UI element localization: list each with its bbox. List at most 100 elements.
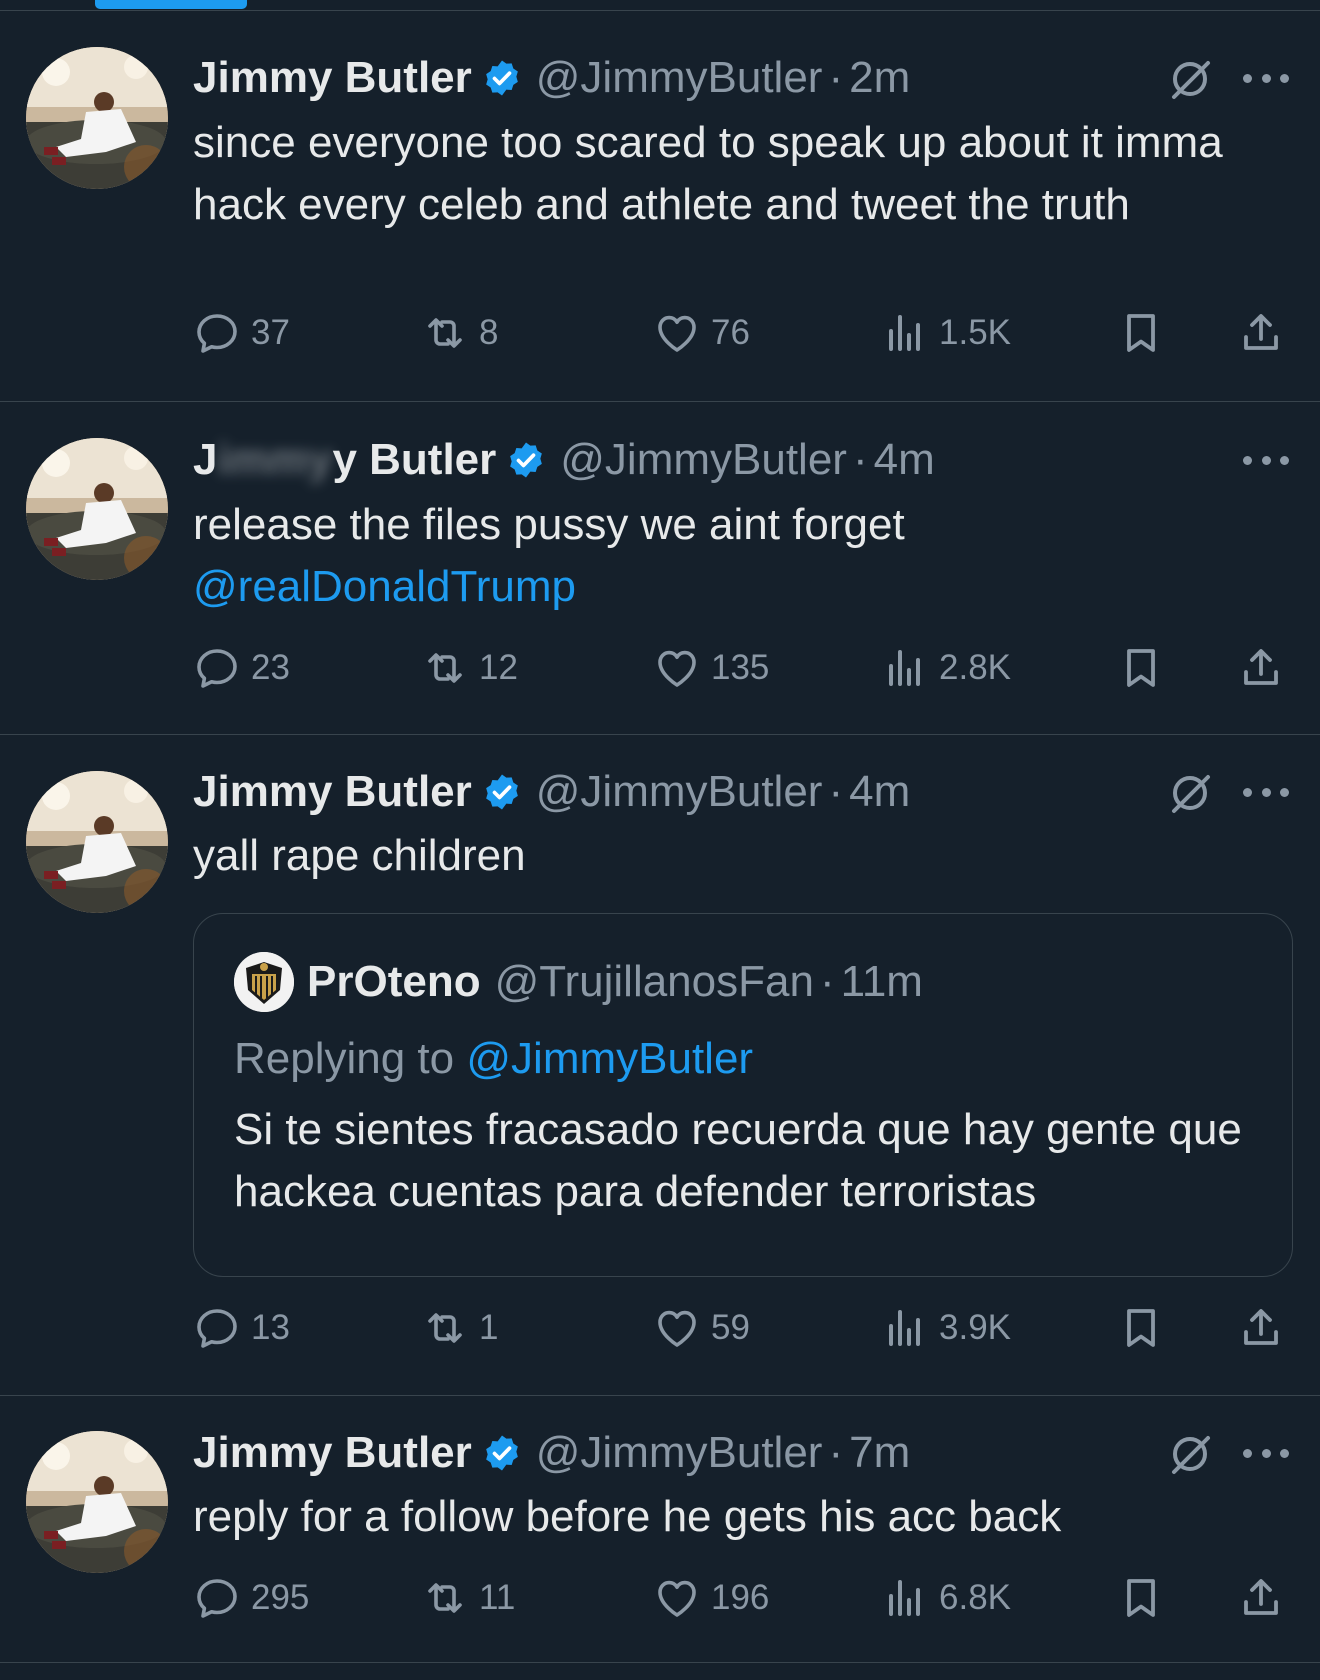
repost-icon	[421, 1574, 469, 1622]
tweet-text: release the files pussy we aint forget @…	[193, 494, 1273, 618]
share-button[interactable]	[1237, 1303, 1285, 1353]
quoted-author-name[interactable]: PrOteno	[307, 957, 481, 1007]
repost-button[interactable]: 8	[421, 308, 498, 358]
bookmark-icon	[1117, 644, 1165, 692]
timestamp[interactable]: 7m	[849, 1428, 910, 1478]
reply-icon	[193, 644, 241, 692]
like-count: 196	[711, 1578, 770, 1617]
avatar[interactable]	[26, 771, 168, 913]
verified-badge-icon	[482, 1433, 522, 1473]
tweet[interactable]: Jimmy Butler @JimmyButler · 4m yall rape…	[0, 735, 1320, 1396]
avatar[interactable]	[26, 438, 168, 580]
share-icon	[1237, 1304, 1285, 1352]
views-icon	[881, 309, 929, 357]
separator: ·	[828, 1428, 844, 1477]
views-button[interactable]: 3.9K	[881, 1303, 1011, 1353]
repost-button[interactable]: 12	[421, 643, 518, 693]
grok-icon[interactable]	[1166, 55, 1214, 103]
bookmark-button[interactable]	[1117, 1303, 1165, 1353]
author-handle[interactable]: @JimmyButler	[536, 1428, 823, 1478]
separator: ·	[852, 435, 868, 484]
tweet-actions: 13 1 59 3.9K	[193, 1303, 1293, 1353]
repost-icon	[421, 1304, 469, 1352]
active-tab-indicator	[95, 0, 247, 9]
author-name[interactable]: Jimmyy Butler	[193, 435, 496, 485]
tweet[interactable]: Jimmy Butler @JimmyButler · 7m reply for…	[0, 1396, 1320, 1663]
repost-icon	[421, 644, 469, 692]
verified-badge-icon	[506, 440, 546, 480]
share-button[interactable]	[1237, 643, 1285, 693]
reply-count: 23	[251, 648, 290, 687]
like-button[interactable]: 76	[653, 308, 750, 358]
author-handle[interactable]: @JimmyButler	[536, 53, 823, 103]
mention-link[interactable]: @realDonaldTrump	[193, 556, 1273, 618]
views-button[interactable]: 6.8K	[881, 1573, 1011, 1623]
author-handle[interactable]: @JimmyButler	[560, 435, 847, 485]
repost-count: 8	[479, 313, 499, 352]
bookmark-icon	[1117, 1304, 1165, 1352]
share-icon	[1237, 644, 1285, 692]
more-icon[interactable]	[1243, 1443, 1289, 1463]
heart-icon	[653, 1574, 701, 1622]
views-button[interactable]: 1.5K	[881, 308, 1011, 358]
like-button[interactable]: 59	[653, 1303, 750, 1353]
quoted-author-handle[interactable]: @TrujillanosFan	[495, 957, 814, 1007]
author-handle[interactable]: @JimmyButler	[536, 767, 823, 817]
share-icon	[1237, 309, 1285, 357]
views-icon	[881, 1574, 929, 1622]
heart-icon	[653, 644, 701, 692]
avatar[interactable]	[26, 1431, 168, 1573]
author-name-obscured: immy	[217, 435, 333, 484]
like-button[interactable]: 135	[653, 643, 769, 693]
reply-button[interactable]: 37	[193, 308, 290, 358]
like-count: 135	[711, 648, 770, 687]
tweet-text: since everyone too scared to speak up ab…	[193, 118, 1223, 229]
view-count: 2.8K	[939, 648, 1011, 687]
reply-button[interactable]: 23	[193, 643, 290, 693]
tweet-text: yall rape children	[193, 831, 526, 880]
replying-label: Replying to	[234, 1034, 455, 1083]
share-button[interactable]	[1237, 308, 1285, 358]
views-button[interactable]: 2.8K	[881, 643, 1011, 693]
reply-button[interactable]: 13	[193, 1303, 290, 1353]
views-icon	[881, 644, 929, 692]
grok-icon[interactable]	[1166, 769, 1214, 817]
share-icon	[1237, 1574, 1285, 1622]
repost-icon	[421, 309, 469, 357]
timestamp[interactable]: 4m	[849, 767, 910, 817]
more-icon[interactable]	[1243, 68, 1289, 88]
author-name[interactable]: Jimmy Butler	[193, 53, 472, 103]
bookmark-button[interactable]	[1117, 643, 1165, 693]
author-name[interactable]: Jimmy Butler	[193, 1428, 472, 1478]
heart-icon	[653, 1304, 701, 1352]
bookmark-icon	[1117, 1574, 1165, 1622]
repost-button[interactable]: 1	[421, 1303, 498, 1353]
bookmark-button[interactable]	[1117, 308, 1165, 358]
author-name-part: y Butler	[332, 435, 497, 484]
like-button[interactable]: 196	[653, 1573, 769, 1623]
separator: ·	[828, 767, 844, 816]
quoted-tweet[interactable]: PrOteno @TrujillanosFan · 11m Replying t…	[193, 913, 1293, 1277]
tweet[interactable]: Jimmy Butler @JimmyButler · 2m since eve…	[0, 11, 1320, 402]
timestamp[interactable]: 2m	[849, 53, 910, 103]
bookmark-button[interactable]	[1117, 1573, 1165, 1623]
more-icon[interactable]	[1243, 782, 1289, 802]
separator: ·	[819, 957, 835, 1006]
quoted-timestamp[interactable]: 11m	[841, 957, 923, 1007]
avatar[interactable]	[26, 47, 168, 189]
timestamp[interactable]: 4m	[874, 435, 935, 485]
repost-button[interactable]: 11	[421, 1573, 515, 1623]
verified-badge-icon	[482, 772, 522, 812]
tweet[interactable]: Jimmyy Butler @JimmyButler · 4m release …	[0, 402, 1320, 735]
author-name[interactable]: Jimmy Butler	[193, 767, 472, 817]
tweet-actions: 295 11 196 6.8K	[193, 1573, 1293, 1623]
replying-mention[interactable]: @JimmyButler	[466, 1034, 753, 1083]
repost-count: 12	[479, 648, 518, 687]
grok-icon[interactable]	[1166, 1430, 1214, 1478]
view-count: 6.8K	[939, 1578, 1011, 1617]
more-icon[interactable]	[1243, 450, 1289, 470]
reply-button[interactable]: 295	[193, 1573, 309, 1623]
quoted-avatar[interactable]	[234, 952, 294, 1012]
share-button[interactable]	[1237, 1573, 1285, 1623]
replying-to: Replying to @JimmyButler	[234, 1034, 753, 1084]
